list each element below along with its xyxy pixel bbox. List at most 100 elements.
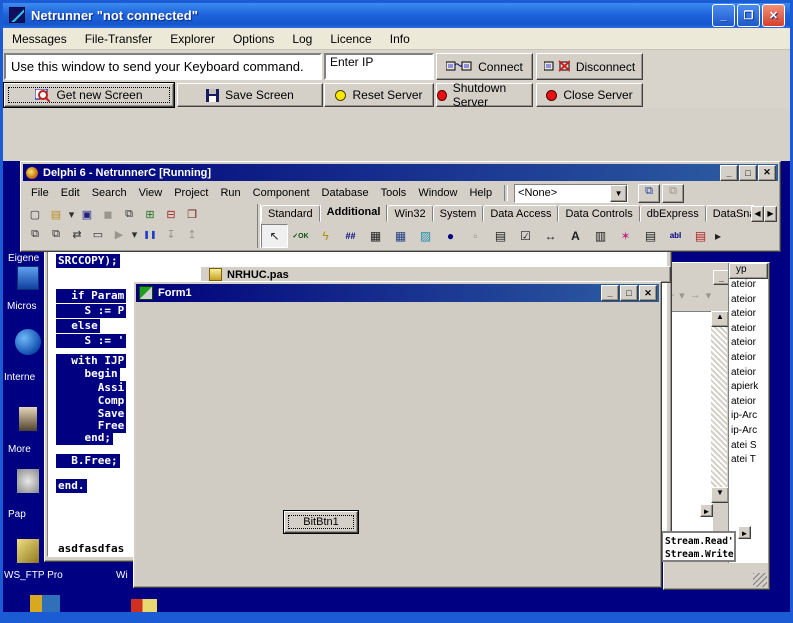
save-desktop-button[interactable]: ⧉: [638, 184, 660, 203]
pause-icon[interactable]: ❚❚: [140, 226, 160, 243]
shutdown-server-button[interactable]: Shutdown Server: [436, 83, 533, 107]
desktop-icon-label[interactable]: WS_FTP Pro: [4, 570, 63, 581]
ip-input[interactable]: Enter IP: [324, 53, 434, 80]
menu-file-transfer[interactable]: File-Transfer: [76, 29, 162, 49]
code-line[interactable]: begin: [56, 367, 120, 381]
nav-forward-arrow-icon[interactable]: ▾: [706, 289, 712, 302]
delphi-close-button[interactable]: ✕: [758, 165, 776, 181]
desktop-icon-label[interactable]: Micros: [7, 301, 36, 312]
code-line[interactable]: asdfasdfas: [56, 542, 126, 556]
trace-into-icon[interactable]: ↧: [161, 226, 181, 243]
open-folder-icon[interactable]: ▤: [46, 206, 66, 223]
desktop-icon-label[interactable]: More: [8, 444, 31, 455]
delphi-menu-tools[interactable]: Tools: [375, 187, 413, 199]
delphi-maximize-button[interactable]: □: [739, 165, 757, 181]
step-over-icon[interactable]: ↥: [182, 226, 202, 243]
file-type-cell[interactable]: ip-Arc: [731, 425, 768, 440]
new-file-icon[interactable]: ▢: [25, 206, 45, 223]
open-arrow-icon[interactable]: ▾: [67, 206, 76, 223]
tab-scroll-left-icon[interactable]: ◀: [751, 206, 764, 222]
file-type-cell[interactable]: ip-Arc: [731, 410, 768, 425]
file-type-cell[interactable]: apierk: [731, 381, 768, 396]
environment-icon[interactable]: ⧉: [119, 206, 139, 223]
code-line[interactable]: if Param: [56, 289, 126, 303]
delphi-menu-project[interactable]: Project: [168, 187, 214, 199]
menu-licence[interactable]: Licence: [321, 29, 380, 49]
scroll-up-icon[interactable]: ▲: [711, 311, 729, 327]
restore-button[interactable]: ❐: [737, 4, 760, 27]
menu-messages[interactable]: Messages: [3, 29, 76, 49]
save-screen-button[interactable]: Save Screen: [177, 83, 323, 107]
tab-data-controls[interactable]: Data Controls: [558, 205, 639, 222]
form1-client-area[interactable]: BitBtn1: [136, 302, 659, 585]
get-new-screen-button[interactable]: Get new Screen: [4, 83, 174, 107]
reset-server-button[interactable]: Reset Server: [324, 83, 434, 107]
form1-titlebar[interactable]: Form1 _ □ ✕: [136, 284, 659, 302]
add-to-project-icon[interactable]: ⊞: [140, 206, 160, 223]
file-type-cell[interactable]: ateior: [731, 323, 768, 338]
file-type-cell[interactable]: ateior: [731, 294, 768, 309]
drawgrid-icon[interactable]: ▦: [388, 225, 413, 247]
delphi-main-window[interactable]: Delphi 6 - NetrunnerC [Running] _ □ ✕ Fi…: [20, 161, 781, 252]
connect-button[interactable]: Connect: [436, 53, 533, 80]
controlbar-icon[interactable]: ▥: [588, 225, 613, 247]
file-type-cell[interactable]: ateior: [731, 279, 768, 294]
delphi-menu-edit[interactable]: Edit: [55, 187, 86, 199]
tab-scroll-right-icon[interactable]: ▶: [764, 206, 777, 222]
minimize-button[interactable]: _: [712, 4, 735, 27]
code-line[interactable]: S := P: [56, 304, 126, 318]
delphi-menu-run[interactable]: Run: [214, 187, 246, 199]
code-line[interactable]: B.Free;: [56, 454, 120, 468]
word-shortcut-icon[interactable]: [17, 266, 39, 290]
view-form-icon[interactable]: ⧉: [46, 226, 66, 243]
explorer-vscrollbar[interactable]: ▲ ▼: [711, 311, 727, 503]
form1-window[interactable]: Form1 _ □ ✕ BitBtn1: [133, 281, 662, 588]
file-type-cell[interactable]: atei S: [731, 440, 768, 455]
completion-item[interactable]: Stream.Read': [665, 535, 734, 548]
desktop-icon-label[interactable]: Wi: [116, 570, 128, 581]
code-line[interactable]: Assi: [56, 381, 126, 395]
speedbutton-icon[interactable]: ϟ: [313, 225, 338, 247]
ws-ftp-shortcut-icon[interactable]: [17, 539, 39, 563]
maskedit-icon[interactable]: ##: [338, 225, 363, 247]
code-line[interactable]: S := ': [56, 334, 126, 348]
combo-dropdown-icon[interactable]: ▼: [610, 185, 627, 202]
tab-win32[interactable]: Win32: [387, 205, 432, 222]
delphi-titlebar[interactable]: Delphi 6 - NetrunnerC [Running] _ □ ✕: [23, 164, 778, 181]
desktop-icon[interactable]: [131, 599, 157, 612]
desktop-icon-label[interactable]: Interne: [4, 372, 35, 383]
code-line[interactable]: end.: [56, 479, 87, 493]
appevents-icon[interactable]: ✶: [613, 225, 638, 247]
image-icon[interactable]: ▨: [413, 225, 438, 247]
code-line[interactable]: else: [56, 319, 100, 333]
delphi-menu-database[interactable]: Database: [316, 187, 375, 199]
code-line[interactable]: Comp: [56, 394, 126, 408]
internet-globe-icon[interactable]: [15, 329, 41, 355]
tab-datasnap[interactable]: DataSnap: [706, 205, 754, 222]
shape-icon[interactable]: ●: [438, 225, 463, 247]
nav-forward-icon[interactable]: →: [690, 289, 701, 302]
close-server-button[interactable]: Close Server: [536, 83, 643, 107]
tab-standard[interactable]: Standard: [261, 205, 320, 222]
keyboard-command-box[interactable]: Use this window to send your Keyboard co…: [4, 53, 322, 80]
code-line[interactable]: with IJP: [56, 354, 126, 368]
desktop-layout-combobox[interactable]: <None> ▼: [514, 184, 628, 203]
form1-close-button[interactable]: ✕: [639, 285, 657, 301]
cursor-icon[interactable]: ↖: [261, 224, 288, 248]
palette-more-icon[interactable]: ▸: [713, 225, 723, 247]
code-line[interactable]: SRCCOPY);: [56, 254, 120, 268]
labelededit-icon[interactable]: abI: [663, 225, 688, 247]
more-shortcut-icon[interactable]: [19, 407, 37, 431]
menu-log[interactable]: Log: [283, 29, 321, 49]
toggle-form-unit-icon[interactable]: ⇄: [67, 226, 87, 243]
valuelist-icon[interactable]: ▤: [638, 225, 663, 247]
completion-item[interactable]: Stream.Write': [665, 548, 734, 561]
desktop-icon-label[interactable]: Pap: [8, 509, 26, 520]
file-type-cell[interactable]: ateior: [731, 396, 768, 411]
delphi-minimize-button[interactable]: _: [720, 165, 738, 181]
tab-system[interactable]: System: [433, 205, 484, 222]
file-type-cell[interactable]: ateior: [731, 337, 768, 352]
delphi-menu-file[interactable]: File: [25, 187, 55, 199]
view-unit-icon[interactable]: ⧉: [25, 226, 45, 243]
file-type-cell[interactable]: ateior: [731, 367, 768, 382]
